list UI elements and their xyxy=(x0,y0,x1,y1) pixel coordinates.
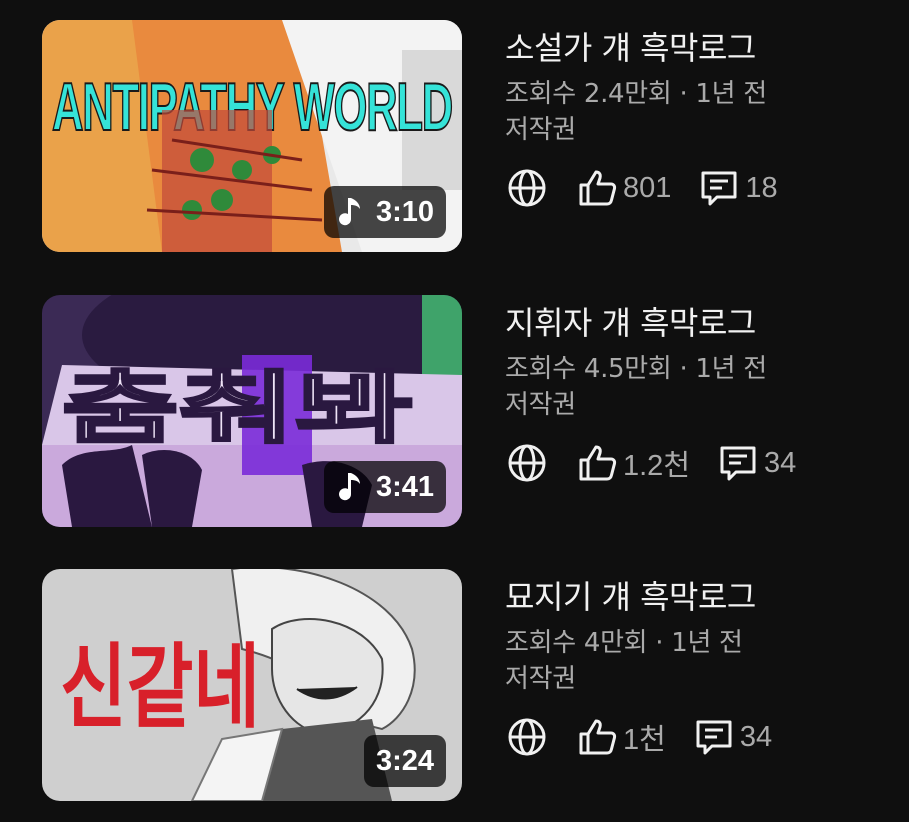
license-text: 저작권 xyxy=(505,115,576,145)
duration-badge: 3:24 xyxy=(363,735,446,787)
globe-icon xyxy=(508,169,546,207)
video-title[interactable]: 묘지기 걔 흑막로그 xyxy=(505,572,756,618)
globe-icon xyxy=(508,718,546,756)
video-item[interactable]: 신같네 3:24 묘지기 걔 흑막로그 조회수 4만회 · 1년 전 저작권 1… xyxy=(0,569,909,801)
thumbs-up-icon xyxy=(579,445,617,481)
thumbs-up-icon xyxy=(579,170,617,206)
music-note-icon xyxy=(338,473,360,501)
like-button[interactable]: 801 xyxy=(575,166,671,210)
duration-text: 3:41 xyxy=(375,470,434,503)
comment-icon xyxy=(701,171,737,206)
comment-count: 18 xyxy=(745,171,778,204)
views-age-text: 조회수 4만회 · 1년 전 xyxy=(505,628,743,658)
license-text: 저작권 xyxy=(505,390,576,420)
comment-icon xyxy=(696,720,732,755)
comment-icon xyxy=(720,446,756,481)
video-item[interactable]: ANTIPATHY WORLD 3:10 소설가 걔 흑막로그 조회수 2.4만… xyxy=(0,20,909,252)
video-thumbnail[interactable]: 춤춰봐 3:41 xyxy=(42,295,462,527)
like-count: 1.2천 xyxy=(623,450,690,482)
views-age-text: 조회수 4.5만회 · 1년 전 xyxy=(505,354,767,384)
video-list: ANTIPATHY WORLD 3:10 소설가 걔 흑막로그 조회수 2.4만… xyxy=(0,0,909,822)
comment-count: 34 xyxy=(764,446,797,479)
thumbs-up-icon xyxy=(579,719,617,755)
video-thumbnail[interactable]: ANTIPATHY WORLD 3:10 xyxy=(42,20,462,252)
action-row: 801 18 xyxy=(505,166,778,210)
duration-badge: 3:41 xyxy=(323,461,446,513)
video-title[interactable]: 소설가 걔 흑막로그 xyxy=(505,23,756,69)
duration-badge: 3:10 xyxy=(323,186,446,238)
video-thumbnail[interactable]: 신같네 3:24 xyxy=(42,569,462,801)
video-item[interactable]: 춤춰봐 3:41 지휘자 걔 흑막로그 조회수 4.5만회 · 1년 전 저작권 xyxy=(0,295,909,527)
views-age-text: 조회수 2.4만회 · 1년 전 xyxy=(505,79,767,109)
thumbnail-caption: 춤춰봐 xyxy=(62,364,412,454)
action-row: 1천 34 xyxy=(505,715,772,759)
like-count: 1천 xyxy=(623,724,666,756)
duration-text: 3:24 xyxy=(375,744,434,777)
globe-icon xyxy=(508,444,546,482)
comment-count: 34 xyxy=(739,720,773,753)
like-count: 801 xyxy=(623,171,672,204)
like-button[interactable]: 1천 xyxy=(575,715,666,759)
thumbnail-caption: 신같네 xyxy=(60,634,260,741)
video-title[interactable]: 지휘자 걔 흑막로그 xyxy=(505,298,756,344)
comments-button[interactable]: 34 xyxy=(716,441,796,485)
visibility-public[interactable] xyxy=(505,441,549,485)
comments-button[interactable]: 34 xyxy=(692,715,772,759)
visibility-public[interactable] xyxy=(505,166,549,210)
music-note-icon xyxy=(338,198,360,226)
action-row: 1.2천 34 xyxy=(505,441,796,485)
visibility-public[interactable] xyxy=(505,715,549,759)
duration-text: 3:10 xyxy=(375,195,434,228)
comments-button[interactable]: 18 xyxy=(697,166,778,210)
like-button[interactable]: 1.2천 xyxy=(575,441,690,485)
license-text: 저작권 xyxy=(505,664,576,694)
